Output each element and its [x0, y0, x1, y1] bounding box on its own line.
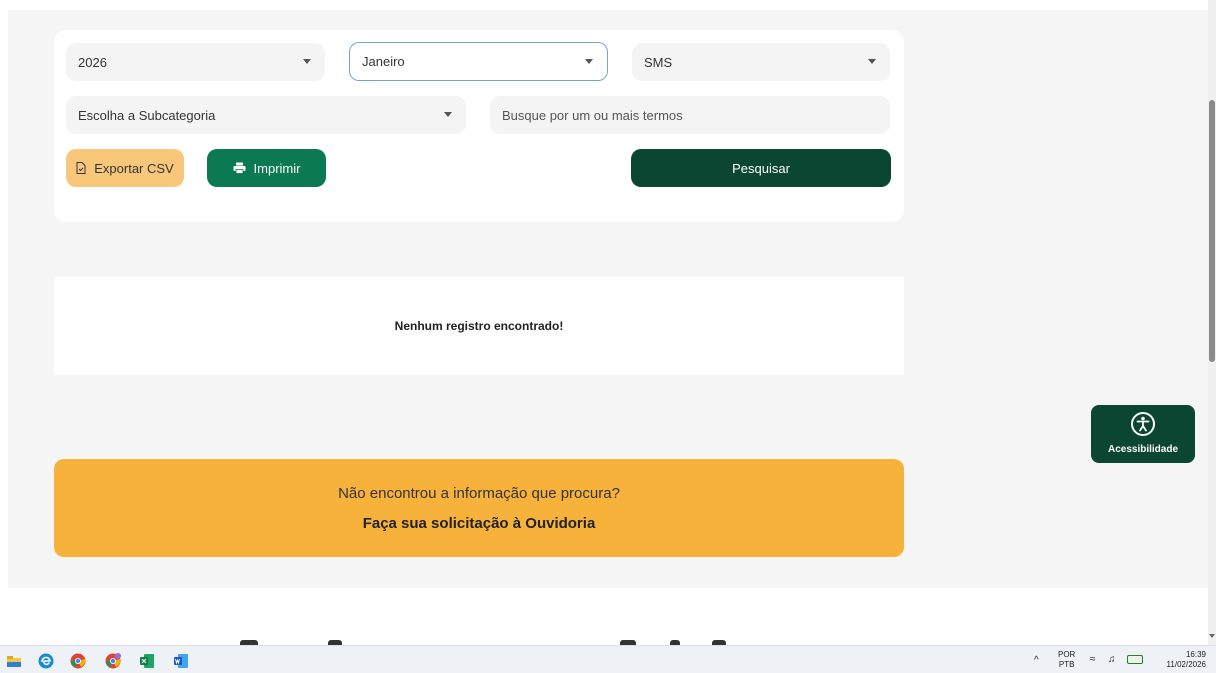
printer-icon: [233, 162, 246, 174]
print-label: Imprimir: [253, 160, 301, 176]
system-clock[interactable]: 16:39 11/02/2026: [1152, 650, 1206, 673]
month-value: Janeiro: [362, 54, 405, 69]
lang-bottom: PTB: [1058, 660, 1075, 669]
export-csv-button[interactable]: Exportar CSV: [66, 149, 184, 187]
accessibility-label: Acessibilidade: [1107, 444, 1179, 455]
year-value: 2026: [78, 54, 107, 70]
chevron-down-icon: [585, 59, 593, 64]
category-select[interactable]: SMS: [632, 43, 890, 81]
search-input[interactable]: Busque por um ou mais termos: [490, 96, 890, 134]
ouvidoria-banner[interactable]: Não encontrou a informação que procura? …: [54, 459, 904, 557]
wifi-icon[interactable]: ≈: [1090, 654, 1096, 673]
subcategory-placeholder: Escolha a Subcategoria: [78, 107, 216, 123]
battery-icon[interactable]: [1127, 655, 1143, 664]
scrollbar-thumb[interactable]: [1209, 100, 1215, 362]
page-scrollbar[interactable]: [1208, 0, 1216, 645]
search-button-label: Pesquisar: [732, 160, 790, 176]
input-language-indicator[interactable]: POR PTB: [1058, 650, 1075, 673]
chevron-down-icon: [444, 112, 452, 117]
category-value: SMS: [644, 54, 673, 70]
chevron-down-icon: [868, 59, 876, 64]
search-placeholder: Busque por um ou mais termos: [502, 107, 683, 123]
scroll-down-arrow-icon[interactable]: [1209, 634, 1215, 638]
ouvidoria-link[interactable]: Faça sua solicitação à Ouvidoria: [54, 515, 904, 532]
ouvidoria-question: Não encontrou a informação que procura?: [338, 485, 620, 502]
accessibility-button[interactable]: Acessibilidade: [1091, 405, 1195, 463]
edge-icon[interactable]: [38, 653, 54, 669]
chevron-up-icon[interactable]: ^: [1034, 655, 1039, 673]
excel-icon[interactable]: [139, 653, 155, 669]
word-icon[interactable]: [173, 653, 189, 669]
lang-top: POR: [1058, 650, 1076, 659]
subcategory-select[interactable]: Escolha a Subcategoria: [66, 96, 466, 134]
results-panel: Nenhum registro encontrado!: [54, 277, 904, 375]
year-select[interactable]: 2026: [66, 43, 325, 81]
export-csv-label: Exportar CSV: [94, 160, 174, 176]
month-select[interactable]: Janeiro: [349, 42, 608, 81]
accessibility-icon: [1131, 412, 1155, 436]
filter-panel: 2026 Janeiro SMS Escolha a Subcategoria …: [54, 30, 904, 222]
file-csv-icon: [76, 162, 86, 174]
print-button[interactable]: Imprimir: [207, 149, 326, 187]
windows-taskbar: ^ POR PTB ≈ ♫ 16:39 11/02/2026: [0, 645, 1216, 673]
clock-date: 11/02/2026: [1166, 660, 1206, 669]
empty-results-message: Nenhum registro encontrado!: [394, 319, 564, 333]
clock-time: 16:39: [1185, 650, 1206, 659]
chevron-down-icon: [303, 59, 311, 64]
chrome-profile-icon[interactable]: [105, 653, 121, 669]
chrome-icon[interactable]: [70, 653, 86, 669]
volume-icon[interactable]: ♫: [1108, 654, 1116, 673]
file-explorer-icon[interactable]: [6, 653, 22, 669]
search-button[interactable]: Pesquisar: [631, 149, 891, 187]
